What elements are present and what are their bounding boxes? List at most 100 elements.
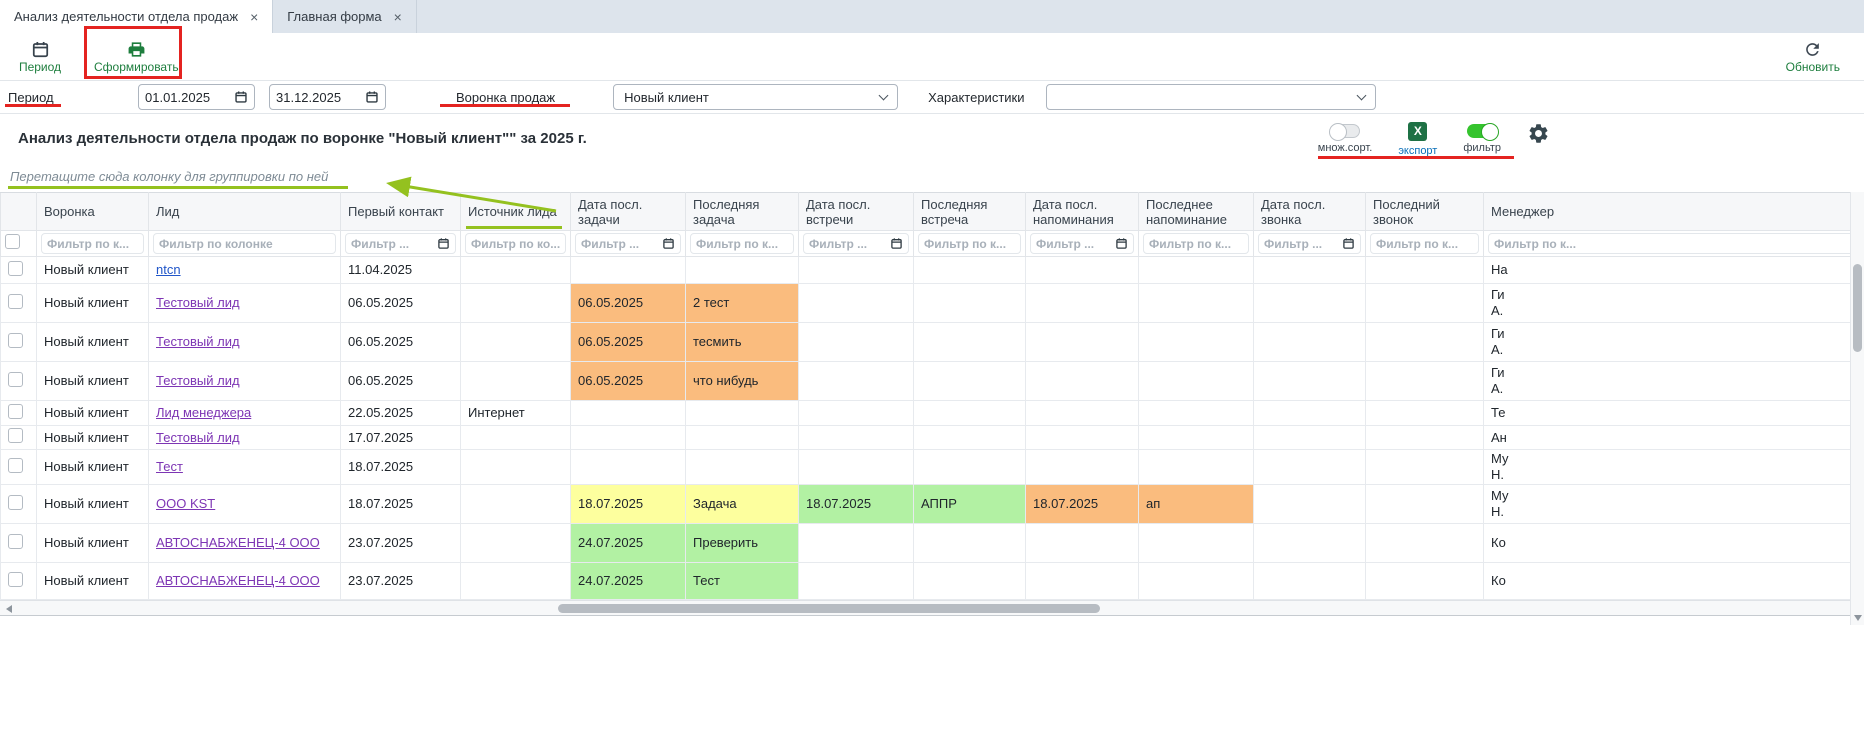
column-filter-first_contact[interactable]: Фильтр ... (345, 233, 456, 254)
excel-export-icon[interactable]: X (1408, 122, 1427, 141)
multi-sort-toggle[interactable] (1330, 124, 1360, 138)
calendar-icon[interactable] (365, 90, 379, 104)
column-header-last_task_date[interactable]: Дата посл. задачи (571, 193, 686, 231)
cell-last_task: Преверить (686, 524, 799, 563)
gear-icon[interactable] (1527, 122, 1550, 150)
close-icon[interactable]: × (250, 10, 258, 24)
cell-first_contact: 18.07.2025 (341, 450, 461, 485)
column-filter-last_task[interactable]: Фильтр по к... (690, 233, 794, 254)
column-filter-lead[interactable]: Фильтр по колонке (153, 233, 336, 254)
column-filter-funnel[interactable]: Фильтр по к... (41, 233, 144, 254)
row-checkbox[interactable] (8, 572, 23, 587)
row-checkbox[interactable] (8, 458, 23, 473)
filter-bar: Период 01.01.2025 31.12.2025 Воронка про… (0, 80, 1864, 114)
toolbar: Период Сформировать Обновить (0, 33, 1864, 80)
column-header-last_reminder_date[interactable]: Дата посл. напоминания (1026, 193, 1139, 231)
column-header-funnel[interactable]: Воронка (37, 193, 149, 231)
row-checkbox[interactable] (8, 404, 23, 419)
column-header-last_meeting_date[interactable]: Дата посл. встречи (799, 193, 914, 231)
cell-last_call_date (1254, 362, 1366, 401)
column-header-lead[interactable]: Лид (149, 193, 341, 231)
cell-lead: АВТОСНАБЖЕНЕЦ-4 ООО (149, 524, 341, 563)
lead-link[interactable]: Тестовый лид (156, 373, 240, 388)
filter-placeholder: Фильтр по к... (47, 237, 129, 251)
chevron-down-icon (879, 90, 889, 100)
column-header-manager[interactable]: Менеджер (1484, 193, 1851, 231)
column-filter-manager[interactable]: Фильтр по к... (1488, 233, 1850, 254)
cell-last_task_date: 06.05.2025 (571, 362, 686, 401)
table-row: Новый клиентntcn11.04.2025На (1, 257, 1851, 284)
column-filter-last_call_date[interactable]: Фильтр ... (1258, 233, 1361, 254)
cell-last_reminder: ап (1139, 485, 1254, 524)
cell-last_task (686, 426, 799, 450)
calendar-icon[interactable] (234, 90, 248, 104)
cell-last_call_date (1254, 426, 1366, 450)
column-filter-last_task_date[interactable]: Фильтр ... (575, 233, 681, 254)
close-icon[interactable]: × (394, 10, 402, 24)
lead-link[interactable]: АВТОСНАБЖЕНЕЦ-4 ООО (156, 573, 320, 588)
column-header-last_call[interactable]: Последний звонок (1366, 193, 1484, 231)
lead-link[interactable]: Тестовый лид (156, 295, 240, 310)
tab-main-form[interactable]: Главная форма × (273, 0, 417, 33)
tab-analysis[interactable]: Анализ деятельности отдела продаж × (0, 0, 273, 33)
characteristics-select[interactable] (1046, 84, 1376, 110)
vertical-scrollbar[interactable] (1850, 192, 1864, 625)
cell-last_meeting (914, 257, 1026, 284)
filter-toggle[interactable] (1467, 124, 1497, 138)
column-filter-last_meeting[interactable]: Фильтр по к... (918, 233, 1021, 254)
cell-last_task (686, 450, 799, 485)
generate-button[interactable]: Сформировать (88, 38, 185, 76)
row-checkbox[interactable] (8, 372, 23, 387)
lead-link[interactable]: Тестовый лид (156, 430, 240, 445)
row-checkbox[interactable] (8, 333, 23, 348)
lead-link[interactable]: Лид менеджера (156, 405, 251, 420)
column-filter-last_call[interactable]: Фильтр по к... (1370, 233, 1479, 254)
date-to-input[interactable]: 31.12.2025 (269, 84, 386, 110)
lead-link[interactable]: ООО KST (156, 496, 215, 511)
cell-last_reminder (1139, 362, 1254, 401)
column-header-first_contact[interactable]: Первый контакт (341, 193, 461, 231)
cell-last_reminder (1139, 563, 1254, 600)
lead-link[interactable]: Тест (156, 459, 183, 474)
horizontal-scroll-thumb[interactable] (558, 604, 1100, 613)
generate-report-icon (127, 40, 146, 59)
cell-last_reminder_date (1026, 401, 1139, 426)
row-checkbox[interactable] (8, 261, 23, 276)
cell-last_reminder_date (1026, 563, 1139, 600)
lead-link[interactable]: АВТОСНАБЖЕНЕЦ-4 ООО (156, 535, 320, 550)
table-row: Новый клиентТестовый лид06.05.202506.05.… (1, 323, 1851, 362)
column-header-lead_source[interactable]: Источник лида (461, 193, 571, 231)
period-button[interactable]: Период (12, 38, 68, 76)
horizontal-scrollbar[interactable] (0, 600, 1850, 616)
cell-funnel: Новый клиент (37, 362, 149, 401)
row-checkbox[interactable] (8, 294, 23, 309)
column-header-last_reminder[interactable]: Последнее напоминание (1139, 193, 1254, 231)
select-all-checkbox[interactable] (5, 234, 20, 249)
column-header-last_call_date[interactable]: Дата посл. звонка (1254, 193, 1366, 231)
cell-last_call_date (1254, 284, 1366, 323)
column-filter-last_reminder_date[interactable]: Фильтр ... (1030, 233, 1134, 254)
row-checkbox[interactable] (8, 534, 23, 549)
column-filter-last_meeting_date[interactable]: Фильтр ... (803, 233, 909, 254)
column-header-last_task[interactable]: Последняя задача (686, 193, 799, 231)
column-filter-lead_source[interactable]: Фильтр по ко... (465, 233, 566, 254)
scroll-down-arrow-icon[interactable] (1854, 615, 1862, 621)
lead-link[interactable]: Тестовый лид (156, 334, 240, 349)
cell-first_contact: 23.07.2025 (341, 563, 461, 600)
filter-toggle-label: фильтр (1463, 142, 1501, 154)
row-checkbox[interactable] (8, 428, 23, 443)
lead-link[interactable]: ntcn (156, 262, 181, 277)
funnel-select[interactable]: Новый клиент (613, 84, 898, 110)
cell-last_task_date: 06.05.2025 (571, 323, 686, 362)
cell-lead: Лид менеджера (149, 401, 341, 426)
date-from-input[interactable]: 01.01.2025 (138, 84, 255, 110)
refresh-button[interactable]: Обновить (1780, 38, 1846, 76)
cell-lead_source (461, 362, 571, 401)
column-filter-last_reminder[interactable]: Фильтр по к... (1143, 233, 1249, 254)
cell-last_meeting (914, 426, 1026, 450)
column-header-last_meeting[interactable]: Последняя встреча (914, 193, 1026, 231)
scroll-left-arrow-icon[interactable] (6, 605, 12, 613)
vertical-scroll-thumb[interactable] (1853, 264, 1862, 352)
row-checkbox[interactable] (8, 495, 23, 510)
refresh-icon (1803, 40, 1822, 59)
